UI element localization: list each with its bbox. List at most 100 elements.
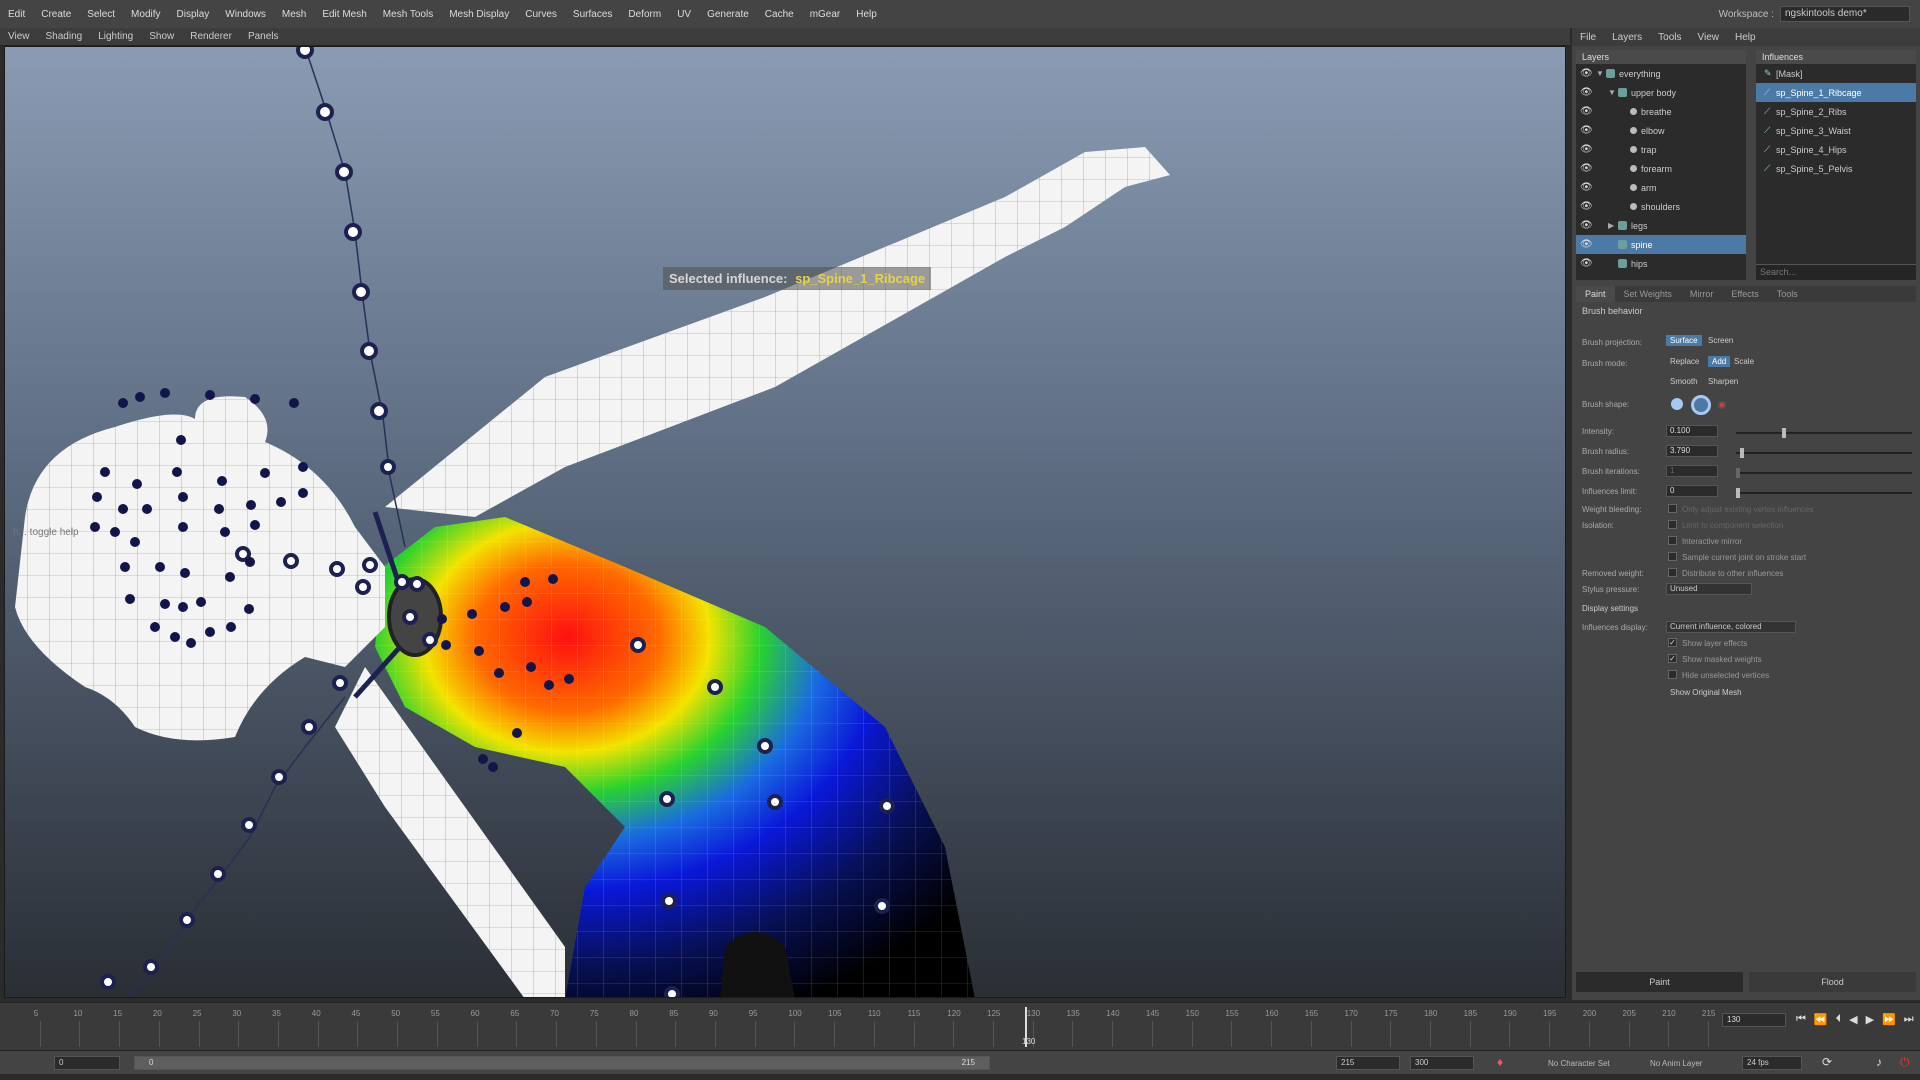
menu-curves[interactable]: Curves (517, 9, 565, 20)
viewport-menu-shading[interactable]: Shading (38, 31, 91, 42)
layer-item-everything[interactable]: 👁 ▼ everything (1576, 64, 1746, 83)
brush-radius-field[interactable]: 3.790 (1666, 445, 1718, 457)
projection-screen-button[interactable]: Screen (1704, 335, 1737, 346)
animation-end-field[interactable]: 300 (1410, 1056, 1474, 1070)
viewport-menu-panels[interactable]: Panels (240, 31, 287, 42)
intensity-slider[interactable] (1736, 428, 1912, 438)
layer-item-arm[interactable]: 👁 arm (1576, 178, 1746, 197)
panel-menu-layers[interactable]: Layers (1604, 32, 1650, 43)
paint-button[interactable]: Paint (1576, 972, 1743, 992)
influence-search-input[interactable]: Search... (1756, 264, 1916, 280)
brush-iterations-slider[interactable] (1736, 468, 1912, 478)
current-frame-field[interactable]: 130 (1722, 1013, 1786, 1027)
intensity-field[interactable]: 0.100 (1666, 425, 1718, 437)
layer-item-breathe[interactable]: 👁 breathe (1576, 102, 1746, 121)
show-layer-effects-checkbox[interactable]: ✓ (1668, 638, 1677, 647)
playback-range-slider[interactable]: 0 215 (134, 1056, 990, 1070)
mode-add-button[interactable]: Add (1708, 356, 1731, 367)
brush-radius-slider[interactable] (1736, 448, 1912, 458)
panel-menu-help[interactable]: Help (1727, 32, 1764, 43)
visibility-eye-icon[interactable]: 👁 (1580, 144, 1593, 155)
tab-paint[interactable]: Paint (1576, 286, 1615, 302)
hide-unselected-checkbox[interactable] (1668, 670, 1677, 679)
character-set-dropdown[interactable]: No Character Set (1548, 1059, 1610, 1068)
preferences-icon[interactable]: ⏻ (1900, 1055, 1910, 1070)
layer-item-upper-body[interactable]: 👁 ▼ upper body (1576, 83, 1746, 102)
panel-menu-tools[interactable]: Tools (1650, 32, 1689, 43)
layer-item-shoulders[interactable]: 👁 shoulders (1576, 197, 1746, 216)
influence-item[interactable]: ⟋ sp_Spine_3_Waist (1756, 121, 1916, 140)
play-forward-icon[interactable]: ▶ (1866, 1013, 1874, 1026)
menu-uv[interactable]: UV (669, 9, 699, 20)
tab-tools[interactable]: Tools (1768, 286, 1807, 302)
menu-display[interactable]: Display (169, 9, 218, 20)
only-adjust-existing-checkbox[interactable] (1668, 504, 1677, 513)
menu-mgear[interactable]: mGear (802, 9, 849, 20)
menu-mesh-tools[interactable]: Mesh Tools (375, 9, 441, 20)
influence-item[interactable]: ⟋ sp_Spine_2_Ribs (1756, 102, 1916, 121)
viewport-menu-lighting[interactable]: Lighting (90, 31, 141, 42)
menu-surfaces[interactable]: Surfaces (565, 9, 620, 20)
mode-sharpen-button[interactable]: Sharpen (1704, 376, 1742, 387)
visibility-eye-icon[interactable]: 👁 (1580, 68, 1593, 79)
expand-arrow-icon[interactable]: ▼ (1596, 69, 1606, 78)
menu-cache[interactable]: Cache (757, 9, 802, 20)
visibility-eye-icon[interactable]: 👁 (1580, 125, 1593, 136)
step-back-frame-icon[interactable]: ⏴ (1836, 1013, 1842, 1026)
layer-item-spine[interactable]: 👁 spine (1576, 235, 1746, 254)
step-forward-icon[interactable]: ⏩ (1882, 1013, 1896, 1026)
expand-arrow-icon[interactable]: ▶ (1608, 221, 1618, 230)
influences-display-dropdown[interactable]: Current influence, colored (1666, 621, 1796, 633)
menu-mesh-display[interactable]: Mesh Display (441, 9, 517, 20)
influence-item[interactable]: ⟋ sp_Spine_4_Hips (1756, 140, 1916, 159)
expand-arrow-icon[interactable]: ▼ (1608, 88, 1618, 97)
menu-edit-mesh[interactable]: Edit Mesh (314, 9, 374, 20)
menu-mesh[interactable]: Mesh (274, 9, 314, 20)
visibility-eye-icon[interactable]: 👁 (1580, 258, 1593, 269)
visibility-eye-icon[interactable]: 👁 (1580, 201, 1593, 212)
brush-shape-solid-icon[interactable] (1671, 398, 1683, 410)
brush-shape-gaussian-icon[interactable] (1718, 401, 1726, 409)
fps-dropdown[interactable]: 24 fps (1742, 1056, 1802, 1070)
go-to-start-icon[interactable]: ⏮ (1796, 1013, 1806, 1026)
viewport-menu-show[interactable]: Show (141, 31, 182, 42)
mode-scale-button[interactable]: Scale (1730, 356, 1758, 367)
step-back-key-icon[interactable]: ⏪ (1814, 1013, 1828, 1026)
layer-item-forearm[interactable]: 👁 forearm (1576, 159, 1746, 178)
animation-start-field[interactable]: 0 (54, 1056, 120, 1070)
play-backward-icon[interactable]: ◀ (1849, 1013, 1857, 1026)
menu-deform[interactable]: Deform (620, 9, 669, 20)
brush-iterations-field[interactable]: 1 (1666, 465, 1718, 477)
menu-create[interactable]: Create (33, 9, 79, 20)
influences-limit-slider[interactable] (1736, 488, 1912, 498)
tab-set-weights[interactable]: Set Weights (1615, 286, 1681, 302)
visibility-eye-icon[interactable]: 👁 (1580, 239, 1593, 250)
layer-item-hips[interactable]: 👁 hips (1576, 254, 1746, 273)
viewport-menu-view[interactable]: View (0, 31, 38, 42)
menu-edit[interactable]: Edit (0, 9, 33, 20)
distribute-checkbox[interactable] (1668, 568, 1677, 577)
visibility-eye-icon[interactable]: 👁 (1580, 163, 1593, 174)
show-masked-weights-checkbox[interactable]: ✓ (1668, 654, 1677, 663)
menu-modify[interactable]: Modify (123, 9, 168, 20)
playback-end-field[interactable]: 215 (1336, 1056, 1400, 1070)
sample-joint-checkbox[interactable] (1668, 552, 1677, 561)
scene-canvas[interactable] (5, 47, 1566, 998)
show-original-mesh-button[interactable]: Show Original Mesh (1666, 687, 1746, 698)
visibility-eye-icon[interactable]: 👁 (1580, 87, 1593, 98)
limit-component-checkbox[interactable] (1668, 520, 1677, 529)
layer-item-trap[interactable]: 👁 trap (1576, 140, 1746, 159)
visibility-eye-icon[interactable]: 👁 (1580, 220, 1593, 231)
menu-select[interactable]: Select (79, 9, 123, 20)
visibility-eye-icon[interactable]: 👁 (1580, 182, 1593, 193)
menu-generate[interactable]: Generate (699, 9, 757, 20)
layer-item-legs[interactable]: 👁 ▶ legs (1576, 216, 1746, 235)
menu-windows[interactable]: Windows (217, 9, 274, 20)
3d-viewport[interactable]: Selected influence: sp_Spine_1_Ribcage h… (4, 46, 1566, 998)
projection-surface-button[interactable]: Surface (1666, 335, 1702, 346)
viewport-menu-renderer[interactable]: Renderer (182, 31, 240, 42)
influence-item[interactable]: ⟋ sp_Spine_5_Pelvis (1756, 159, 1916, 178)
menu-help[interactable]: Help (848, 9, 885, 20)
loop-icon[interactable]: ⟳ (1822, 1055, 1832, 1069)
time-slider[interactable]: 5 10 15 20 25 30 35 40 45 50 55 60 65 70 75 80 85 90 95 100… (0, 1002, 1920, 1050)
